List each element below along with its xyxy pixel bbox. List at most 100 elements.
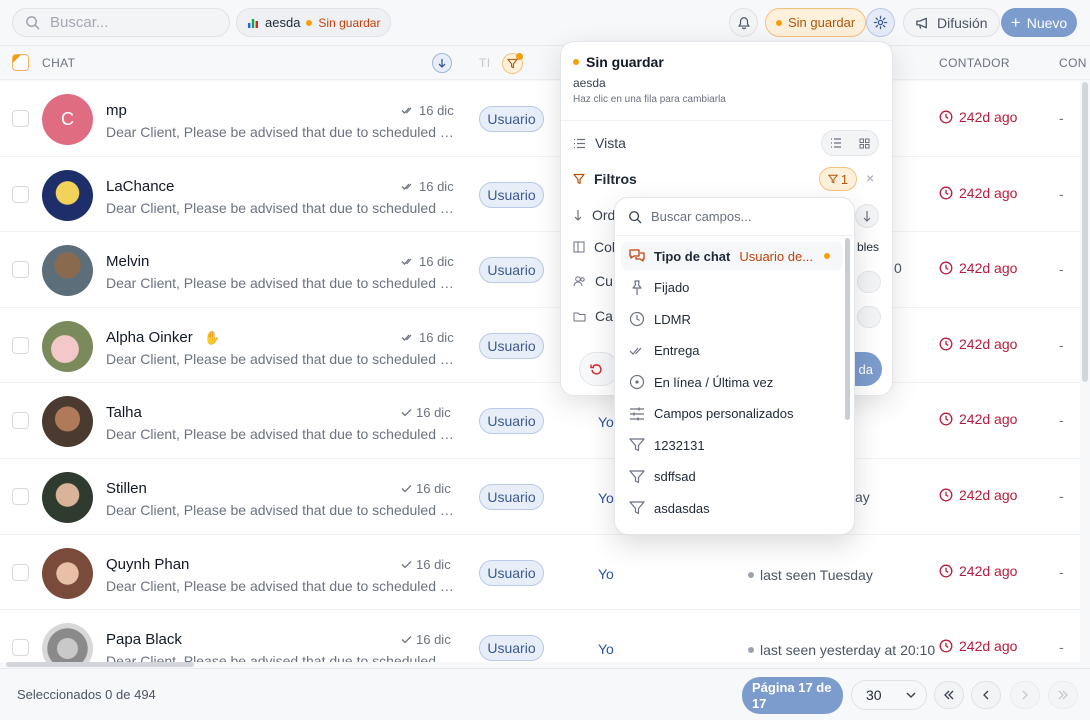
clock-icon xyxy=(939,488,953,502)
page-indicator[interactable]: Página 17 de 17 xyxy=(742,677,843,714)
search-box[interactable] xyxy=(12,8,230,37)
counter-value: 242d ago xyxy=(939,487,1017,503)
chat-type-badge[interactable]: Usuario xyxy=(479,484,544,510)
last-page-button[interactable] xyxy=(1048,681,1078,709)
layout-toggle[interactable] xyxy=(821,130,879,156)
unsaved-status-pill[interactable]: Sin guardar xyxy=(765,8,867,37)
field-search-box[interactable] xyxy=(615,198,854,236)
folders-dropdown[interactable] xyxy=(857,306,881,328)
column-type[interactable]: TI xyxy=(479,56,490,70)
table-row[interactable]: Melvin Dear Client, Please be advised th… xyxy=(0,232,1080,308)
field-search-input[interactable] xyxy=(651,209,831,224)
chat-date: 16 dic xyxy=(401,405,451,420)
presence-text: 0 xyxy=(894,260,902,277)
table-row[interactable]: Alpha Oinker ✋ Dear Client, Please be ad… xyxy=(0,308,1080,384)
previous-page-button[interactable] xyxy=(971,681,1001,709)
row-checkbox[interactable] xyxy=(12,488,29,505)
vertical-scrollbar[interactable] xyxy=(1082,82,1088,382)
broadcast-label: Difusión xyxy=(937,14,988,31)
reset-view-button[interactable] xyxy=(579,352,619,386)
clear-filters-icon[interactable]: × xyxy=(866,170,874,186)
chat-name: Alpha Oinker xyxy=(106,328,193,346)
chat-last-message: Dear Client, Please be advised that due … xyxy=(106,426,456,443)
search-input[interactable] xyxy=(50,14,210,31)
field-item-entrega[interactable]: Entrega xyxy=(621,337,843,365)
avatar xyxy=(42,623,93,662)
chat-type-badge[interactable]: Usuario xyxy=(479,181,544,208)
table-row[interactable]: C mp Dear Client, Please be advised that… xyxy=(0,81,1080,157)
chat-type-badge[interactable]: Usuario xyxy=(479,559,544,586)
row-checkbox[interactable] xyxy=(12,563,29,581)
table-row[interactable]: Quynh Phan Dear Client, Please be advise… xyxy=(0,535,1080,611)
panel-row-cuentas[interactable]: Cu xyxy=(573,273,613,289)
view-name: aesda xyxy=(265,15,301,30)
avatar xyxy=(42,320,93,372)
first-page-button[interactable] xyxy=(934,681,964,709)
table-row[interactable]: Talha Dear Client, Please be advised tha… xyxy=(0,383,1080,459)
notifications-button[interactable] xyxy=(729,8,758,37)
column-contact[interactable]: CON xyxy=(1059,56,1087,70)
double-chevron-left-icon xyxy=(944,690,954,700)
grid-view-icon[interactable] xyxy=(859,138,870,149)
column-chat[interactable]: CHAT xyxy=(42,56,75,70)
field-item-presencia[interactable]: En línea / Última vez xyxy=(621,368,843,396)
table-footer: Seleccionados 0 de 494 Página 17 de 17 3… xyxy=(0,668,1090,720)
table-row[interactable]: Papa Black Dear Client, Please be advise… xyxy=(0,610,1080,662)
select-all-checkbox[interactable] xyxy=(12,54,29,71)
row-checkbox[interactable] xyxy=(12,185,29,203)
panel-row-filtros[interactable]: Filtros xyxy=(573,171,637,187)
field-item-custom[interactable]: sdffsad xyxy=(621,463,843,491)
list-view-icon[interactable] xyxy=(830,138,842,148)
field-picker-scrollbar[interactable] xyxy=(845,238,850,420)
unsaved-dot xyxy=(573,59,579,65)
clock-icon xyxy=(939,186,953,200)
panel-row-columnas[interactable]: Col xyxy=(573,239,615,255)
panel-row-carpetas[interactable]: Ca xyxy=(573,308,613,324)
sort-direction-button[interactable] xyxy=(855,204,879,228)
presence-indicator: last seen Tuesday xyxy=(748,567,873,583)
chat-type-badge[interactable]: Usuario xyxy=(479,332,544,359)
contact-value: - xyxy=(1059,639,1064,656)
field-item-custom[interactable]: 1232131 xyxy=(621,431,843,459)
panel-row-orden[interactable]: Ord xyxy=(573,207,615,223)
accounts-dropdown[interactable] xyxy=(857,271,881,293)
row-checkbox[interactable] xyxy=(12,261,29,279)
view-settings-button[interactable] xyxy=(866,8,895,37)
chat-type-badge[interactable]: Usuario xyxy=(479,106,544,132)
column-counter[interactable]: CONTADOR xyxy=(939,56,1010,70)
row-checkbox[interactable] xyxy=(12,110,29,127)
chat-last-message: Dear Client, Please be advised that due … xyxy=(106,350,456,367)
table-row[interactable]: LaChance Dear Client, Please be advised … xyxy=(0,157,1080,233)
next-page-button[interactable] xyxy=(1010,681,1040,709)
sort-down-button[interactable] xyxy=(432,53,452,73)
field-item-ldmr[interactable]: LDMR xyxy=(621,305,843,333)
chat-type-badge[interactable]: Usuario xyxy=(479,257,544,284)
row-checkbox[interactable] xyxy=(12,336,29,354)
owner-value: Yo xyxy=(598,490,614,506)
field-item-tipo-de-chat[interactable]: Tipo de chat Usuario de... xyxy=(621,242,843,270)
chat-date: 16 dic xyxy=(401,557,451,572)
clock-icon xyxy=(939,110,953,124)
counter-value: 242d ago xyxy=(939,260,1017,276)
row-checkbox[interactable] xyxy=(12,639,29,657)
table-row[interactable]: Stillen Dear Client, Please be advised t… xyxy=(0,459,1080,535)
row-checkbox[interactable] xyxy=(12,412,29,430)
plus-icon: + xyxy=(1010,12,1021,32)
check-icon xyxy=(401,409,412,417)
page-size-select[interactable]: 30 xyxy=(851,680,927,710)
horizontal-scrollbar[interactable] xyxy=(6,662,194,667)
new-button[interactable]: + Nuevo xyxy=(1001,8,1077,37)
field-item-fijado[interactable]: Fijado xyxy=(621,274,843,302)
contact-value: - xyxy=(1059,412,1064,429)
panel-row-vista[interactable]: Vista xyxy=(573,135,626,151)
active-filter-count[interactable]: 1 xyxy=(819,167,857,191)
column-filter-button[interactable] xyxy=(502,53,523,74)
presence-text: last seen yesterday at 20:10 xyxy=(760,642,936,659)
broadcast-button[interactable]: Difusión xyxy=(903,8,1000,37)
field-item-custom[interactable]: asdasdas xyxy=(621,494,843,522)
chat-type-badge[interactable]: Usuario xyxy=(479,408,544,435)
chat-type-badge[interactable]: Usuario xyxy=(479,635,544,662)
current-view-chip[interactable]: aesda Sin guardar xyxy=(236,8,392,37)
contact-value: - xyxy=(1059,563,1064,580)
field-item-campos-personalizados[interactable]: Campos personalizados xyxy=(621,400,843,428)
